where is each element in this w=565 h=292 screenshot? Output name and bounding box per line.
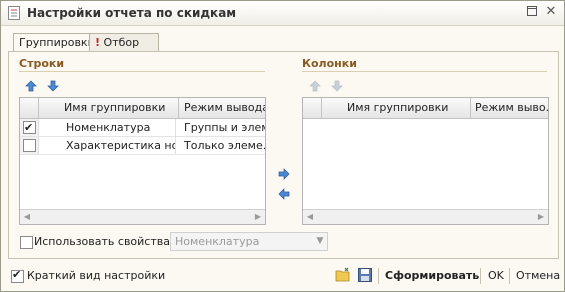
warning-icon: ! — [95, 36, 101, 49]
ok-button[interactable]: OK — [488, 269, 504, 282]
column-header-mode[interactable]: Режим выво... — [471, 98, 548, 118]
scroll-right-icon[interactable]: ▶ — [253, 212, 263, 222]
columns-section-divider — [302, 71, 547, 72]
row-selector — [20, 119, 39, 136]
rows-grid-header: Имя группировки Режим вывода — [20, 98, 265, 119]
use-properties-checkbox[interactable] — [20, 236, 33, 249]
report-app-icon — [8, 6, 20, 20]
row-mode: Группы и элем — [184, 121, 265, 134]
rows-section-divider — [19, 71, 265, 72]
rows-grid[interactable]: Имя группировки Режим вывода Номенклатур… — [19, 97, 266, 225]
use-properties-value: Номенклатура — [175, 235, 260, 248]
tab-groupings[interactable]: Группировки — [13, 33, 100, 52]
use-properties-combo[interactable]: Номенклатура ▼ — [170, 232, 328, 251]
cancel-button[interactable]: Отмена — [516, 269, 560, 282]
tab-filter-label: Отбор — [103, 36, 140, 49]
generate-button[interactable]: Сформировать — [385, 269, 479, 282]
move-right-icon[interactable] — [277, 167, 291, 181]
row-name: Характеристика но... — [39, 137, 176, 154]
columns-move-down-icon[interactable] — [330, 79, 344, 93]
move-up-icon[interactable] — [24, 79, 38, 93]
columns-move-up-icon[interactable] — [308, 79, 322, 93]
checkbox-column-header — [303, 98, 322, 118]
columns-grid[interactable]: Имя группировки Режим выво... ◀ ▶ — [302, 97, 549, 225]
row-checkbox[interactable] — [23, 139, 36, 152]
columns-section-title: Колонки — [302, 57, 357, 70]
column-header-name[interactable]: Имя группировки — [39, 98, 179, 118]
short-view-label: Краткий вид настройки — [27, 269, 166, 282]
footer-separator — [509, 268, 510, 284]
table-row[interactable]: Номенклатура Группы и элем — [20, 119, 265, 137]
rows-section-title: Строки — [19, 57, 65, 70]
scroll-right-icon[interactable]: ▶ — [536, 212, 546, 222]
restore-icon[interactable] — [525, 5, 539, 19]
close-icon[interactable]: ✕ — [544, 5, 558, 19]
checkbox-column-header — [20, 98, 39, 118]
row-selector — [20, 137, 39, 154]
title-bar: Настройки отчета по скидкам ✕ — [1, 1, 564, 26]
footer-separator — [480, 268, 481, 284]
row-mode: Только элеме... — [184, 139, 265, 152]
footer-separator — [378, 268, 379, 284]
settings-window: Настройки отчета по скидкам ✕ Группировк… — [0, 0, 565, 292]
move-down-icon[interactable] — [46, 79, 60, 93]
table-row[interactable]: Характеристика но... Только элеме... — [20, 137, 265, 155]
use-properties-label: Использовать свойства — [34, 235, 170, 248]
columns-grid-scrollbar[interactable]: ◀ ▶ — [303, 209, 548, 224]
scroll-left-icon[interactable]: ◀ — [22, 212, 32, 222]
columns-grid-header: Имя группировки Режим выво... — [303, 98, 548, 119]
move-left-icon[interactable] — [277, 187, 291, 201]
tab-filter[interactable]: ! Отбор — [89, 33, 159, 51]
row-name: Номенклатура — [39, 119, 176, 136]
tab-groupings-label: Группировки — [19, 36, 95, 49]
chevron-down-icon[interactable]: ▼ — [313, 233, 327, 250]
column-header-name[interactable]: Имя группировки — [322, 98, 471, 118]
open-folder-icon[interactable] — [335, 267, 351, 283]
short-view-checkbox[interactable] — [11, 268, 24, 283]
column-header-mode[interactable]: Режим вывода — [180, 98, 265, 118]
scroll-left-icon[interactable]: ◀ — [305, 212, 315, 222]
rows-grid-scrollbar[interactable]: ◀ ▶ — [20, 209, 265, 224]
row-checkbox[interactable] — [23, 119, 36, 136]
save-icon[interactable] — [357, 267, 373, 283]
window-title: Настройки отчета по скидкам — [27, 6, 237, 20]
